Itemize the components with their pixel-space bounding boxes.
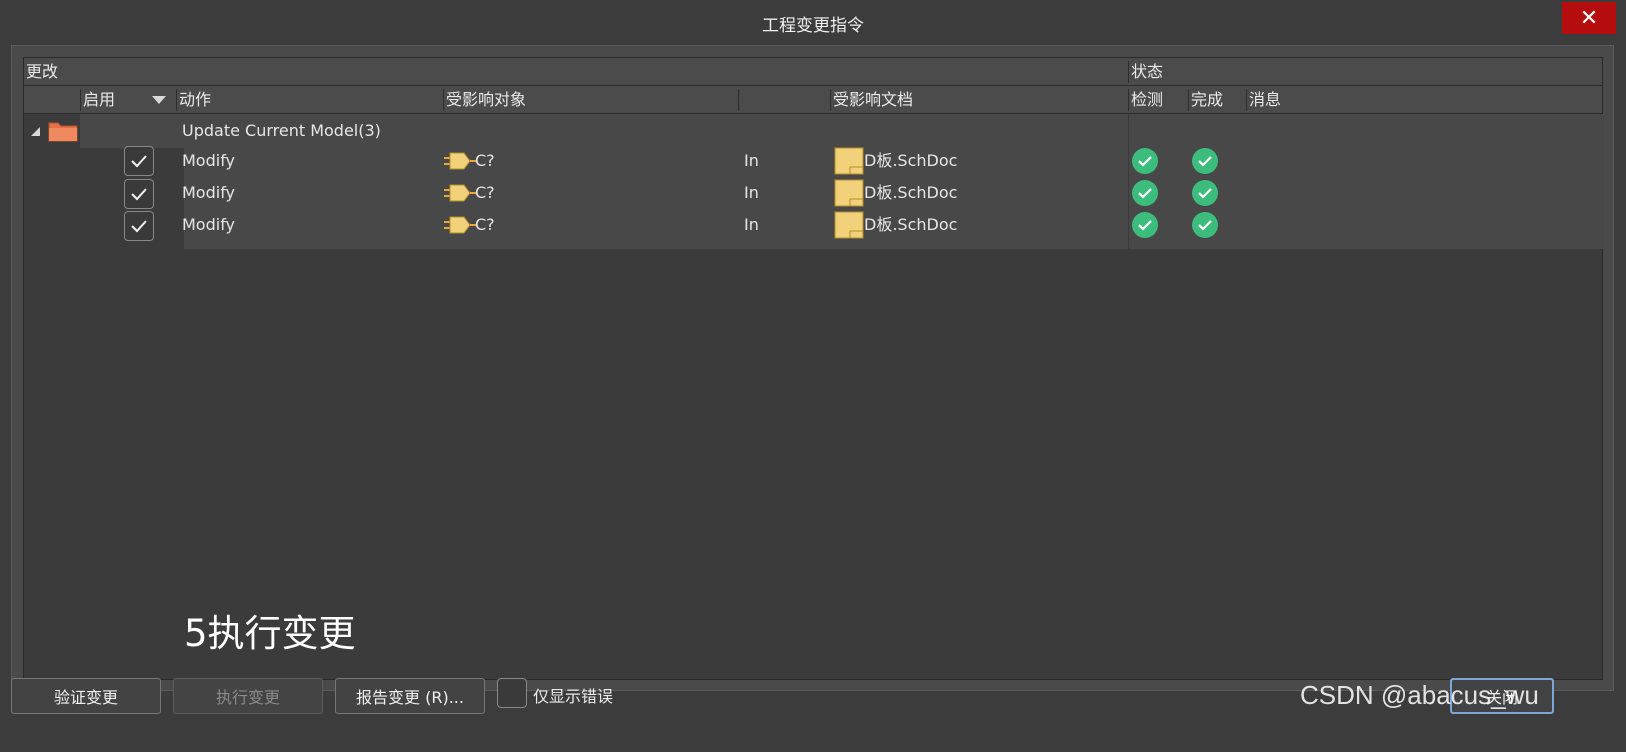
column-enable[interactable]: 启用 (81, 86, 115, 114)
row-object: C? (475, 183, 495, 202)
row-relation: In (744, 183, 759, 202)
done-ok-icon (1192, 212, 1218, 238)
row-relation: In (744, 215, 759, 234)
column-action[interactable]: 动作 (177, 86, 211, 114)
folder-icon (48, 122, 78, 142)
check-ok-icon (1132, 180, 1158, 206)
row-object: C? (475, 215, 495, 234)
schematic-doc-icon (834, 179, 864, 207)
row-enable-checkbox[interactable] (124, 179, 154, 209)
expand-triangle-icon[interactable] (31, 127, 40, 136)
changes-grid: 更改 状态 启用 动作 受影响对象 受影响文档 检测 完成 消息 Update … (23, 57, 1604, 680)
schematic-doc-icon (834, 147, 864, 175)
row-enable-checkbox[interactable] (124, 146, 154, 176)
component-icon (444, 184, 476, 202)
grid-group-header: 更改 状态 (24, 58, 1602, 86)
check-ok-icon (1132, 148, 1158, 174)
done-ok-icon (1192, 180, 1218, 206)
grid-column-header: 启用 动作 受影响对象 受影响文档 检测 完成 消息 (24, 86, 1602, 114)
close-window-button[interactable]: ✕ (1562, 2, 1616, 34)
row-document: D板.SchDoc (864, 215, 958, 234)
row-action: Modify (182, 151, 236, 170)
schematic-doc-icon (834, 211, 864, 239)
done-ok-icon (1192, 148, 1218, 174)
group-label[interactable]: Update Current Model(3) (182, 114, 381, 148)
check-ok-icon (1132, 212, 1158, 238)
row-enable-checkbox[interactable] (124, 211, 154, 241)
title-bar: 工程变更指令 ✕ (0, 0, 1626, 44)
group-header-status: 状态 (1131, 62, 1164, 81)
component-icon (444, 152, 476, 170)
watermark: CSDN @abacus_wu (1300, 680, 1539, 710)
column-done[interactable]: 完成 (1189, 86, 1223, 114)
report-changes-button[interactable]: 报告变更 (R)... (335, 678, 485, 714)
validate-changes-button[interactable]: 验证变更 (11, 678, 161, 714)
row-document: D板.SchDoc (864, 151, 958, 170)
row-document: D板.SchDoc (864, 183, 958, 202)
window-title: 工程变更指令 (762, 16, 864, 36)
row-action: Modify (182, 215, 236, 234)
row-action: Modify (182, 183, 236, 202)
step-annotation: 5执行变更 (184, 612, 356, 655)
execute-changes-button[interactable]: 执行变更 (173, 678, 323, 714)
component-icon (444, 216, 476, 234)
errors-only-label: 仅显示错误 (533, 687, 614, 706)
column-affected-object[interactable]: 受影响对象 (444, 86, 526, 114)
sort-down-icon[interactable] (152, 96, 166, 104)
row-object: C? (475, 151, 495, 170)
column-affected-document[interactable]: 受影响文档 (831, 86, 913, 114)
row-relation: In (744, 151, 759, 170)
group-header-changes: 更改 (26, 62, 59, 81)
errors-only-checkbox[interactable] (497, 678, 527, 708)
column-check[interactable]: 检测 (1129, 86, 1163, 114)
column-message[interactable]: 消息 (1247, 86, 1281, 114)
